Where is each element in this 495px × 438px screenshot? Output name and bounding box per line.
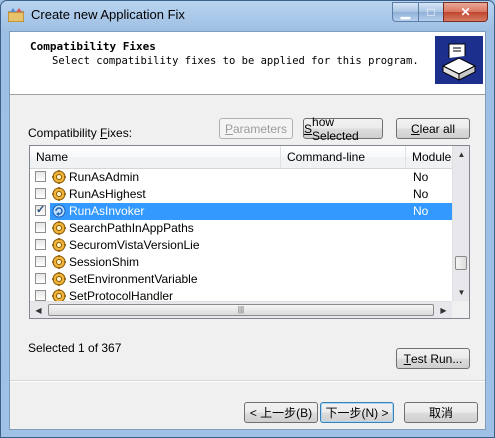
list-item[interactable]: SessionShim — [30, 254, 452, 271]
fix-name: SessionShim — [69, 255, 140, 269]
fix-name: SearchPathInAppPaths — [69, 221, 194, 235]
vertical-scrollbar[interactable]: ▲ ▼ — [452, 146, 469, 301]
checkmark-icon: ✓ — [36, 204, 46, 216]
caption-buttons: ▁ □ ✕ — [392, 2, 488, 22]
scrollbar-corner — [452, 301, 469, 318]
application-fix-window: Create new Application Fix ▁ □ ✕ Compati… — [0, 0, 495, 438]
fix-name: SetEnvironmentVariable — [69, 272, 198, 286]
app-fix-icon — [8, 8, 24, 22]
gear-shield-icon — [52, 221, 66, 235]
scroll-down-arrow-icon[interactable]: ▼ — [453, 284, 469, 301]
close-button[interactable]: ✕ — [443, 2, 488, 22]
back-button[interactable]: < 上一步(B) — [244, 402, 318, 423]
fix-checkbox[interactable] — [35, 171, 46, 182]
show-selected-button[interactable]: Show Selected — [303, 115, 383, 143]
fix-module: No — [413, 187, 429, 201]
list-item[interactable]: RunAsAdmin No — [30, 169, 452, 186]
fix-name: RunAsInvoker — [69, 204, 145, 218]
next-button[interactable]: 下一步(N) > — [320, 402, 394, 423]
fix-checkbox[interactable] — [35, 290, 46, 301]
column-header-module[interactable]: Module — [406, 146, 452, 168]
gear-shield-icon — [52, 238, 66, 252]
fix-checkbox[interactable] — [35, 239, 46, 250]
list-rows: RunAsAdmin No RunAsHighest No ✓ RunAsInvoker N… — [30, 169, 452, 318]
list-item[interactable]: SetEnvironmentVariable — [30, 271, 452, 288]
header-title: Compatibility Fixes — [30, 40, 156, 53]
list-item[interactable]: ✓ RunAsInvoker No — [30, 203, 452, 220]
clear-all-button[interactable]: Clear all — [396, 118, 470, 139]
horizontal-scrollbar[interactable]: ◀ ||| ▶ — [30, 301, 452, 318]
fix-name: RunAsAdmin — [69, 170, 140, 184]
compatibility-fixes-label: Compatibility Fixes: — [28, 126, 133, 140]
fix-name: RunAsHighest — [69, 187, 146, 201]
scroll-up-arrow-icon[interactable]: ▲ — [453, 146, 469, 163]
list-item[interactable]: SearchPathInAppPaths — [30, 220, 452, 237]
test-run-button[interactable]: Test Run... — [396, 348, 470, 369]
fix-checkbox[interactable] — [35, 256, 46, 267]
arrow-refresh-icon — [52, 204, 66, 218]
window-title: Create new Application Fix — [31, 7, 185, 22]
scroll-right-arrow-icon[interactable]: ▶ — [435, 302, 452, 318]
gear-shield-icon — [52, 272, 66, 286]
header-subtitle: Select compatibility fixes to be applied… — [52, 55, 419, 67]
fix-checkbox[interactable] — [35, 188, 46, 199]
maximize-button[interactable]: □ — [418, 2, 443, 22]
column-header-name[interactable]: Name — [30, 146, 281, 168]
wizard-body: Compatibility Fixes Select compatibility… — [9, 31, 486, 430]
scroll-left-arrow-icon[interactable]: ◀ — [30, 302, 47, 318]
setup-box-icon — [435, 36, 483, 84]
minimize-button[interactable]: ▁ — [392, 2, 418, 22]
column-header-command-line[interactable]: Command-line — [281, 146, 406, 168]
maximize-icon: □ — [427, 5, 435, 19]
wizard-header: Compatibility Fixes Select compatibility… — [10, 32, 485, 95]
minimize-icon: ▁ — [400, 5, 411, 19]
fix-name: SecuromVistaVersionLie — [69, 238, 200, 252]
list-item[interactable]: SecuromVistaVersionLie — [30, 237, 452, 254]
fix-checkbox[interactable]: ✓ — [35, 204, 46, 216]
close-icon: ✕ — [460, 5, 471, 19]
selection-status: Selected 1 of 367 — [28, 341, 122, 355]
gear-shield-icon — [52, 255, 66, 269]
parameters-button[interactable]: Parameters — [219, 118, 293, 139]
fix-module: No — [413, 170, 429, 184]
fixes-list[interactable]: Name Command-line Module RunAsAdmin No Run… — [29, 145, 470, 319]
gear-shield-icon — [52, 170, 66, 184]
list-header: Name Command-line Module — [30, 146, 452, 169]
cancel-button[interactable]: 取消 — [404, 402, 478, 423]
fix-checkbox[interactable] — [35, 222, 46, 233]
gear-shield-icon — [52, 187, 66, 201]
horizontal-scroll-thumb[interactable]: ||| — [48, 304, 434, 316]
fix-checkbox[interactable] — [35, 273, 46, 284]
title-bar[interactable]: Create new Application Fix ▁ □ ✕ — [1, 1, 494, 31]
list-item[interactable]: RunAsHighest No — [30, 186, 452, 203]
fix-module: No — [413, 204, 429, 218]
vertical-scroll-thumb[interactable] — [455, 256, 467, 270]
footer-separator — [10, 380, 485, 382]
